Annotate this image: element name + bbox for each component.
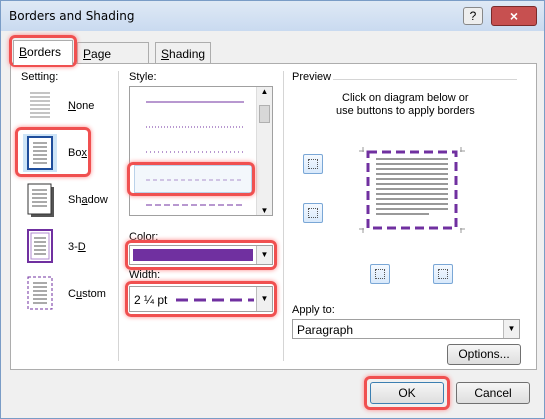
title-bar: Borders and Shading ? × xyxy=(1,1,544,31)
cancel-button[interactable]: Cancel xyxy=(456,382,530,404)
separator-preview xyxy=(283,71,284,361)
top-border-icon xyxy=(308,159,318,169)
tab-borders-rest: orders xyxy=(27,45,62,59)
setting-shadow-rest: dow xyxy=(87,194,108,206)
separator-setting xyxy=(118,71,119,361)
ok-button[interactable]: OK xyxy=(370,382,444,404)
apply-to-label: Apply to: xyxy=(292,304,335,316)
close-button[interactable]: × xyxy=(491,6,537,26)
options-button[interactable]: Options... xyxy=(447,344,521,365)
preview-instructions-1: Click on diagram below or xyxy=(342,92,469,104)
tab-page-border-mnemonic: P xyxy=(83,47,92,61)
preview-instructions-2: use buttons to apply borders xyxy=(336,105,475,117)
setting-custom-label[interactable]: Custom xyxy=(68,288,106,300)
right-border-button[interactable] xyxy=(433,264,453,284)
style-selected-item[interactable] xyxy=(134,165,252,193)
help-button[interactable]: ? xyxy=(463,7,483,25)
setting-3d-before: 3- xyxy=(68,241,78,253)
left-border-button[interactable] xyxy=(370,264,390,284)
style-list[interactable]: ▲ ▼ xyxy=(129,86,273,216)
setting-box-label[interactable]: Box xyxy=(68,147,87,159)
style-scrollbar[interactable]: ▲ ▼ xyxy=(256,87,272,215)
tab-borders-mnemonic: B xyxy=(19,45,28,59)
color-label: Color: xyxy=(129,231,159,243)
color-swatch xyxy=(133,249,253,261)
left-border-icon xyxy=(375,269,385,279)
chevron-down-icon-apply[interactable]: ▼ xyxy=(503,320,519,338)
bottom-border-icon xyxy=(308,208,318,218)
preview-label: Preview xyxy=(292,71,332,83)
setting-custom-rest: stom xyxy=(82,288,106,300)
setting-custom-before: C xyxy=(68,288,76,300)
setting-none-rest: one xyxy=(75,100,95,112)
setting-3d-mnemonic: D xyxy=(77,241,86,253)
preview-diagram[interactable] xyxy=(359,147,465,233)
setting-shadow-label[interactable]: Shadow xyxy=(68,194,108,206)
chevron-down-icon-width[interactable]: ▼ xyxy=(256,287,272,311)
setting-shadow-before: Sh xyxy=(68,194,82,206)
setting-shadow-icon[interactable] xyxy=(23,181,57,219)
chevron-down-icon[interactable]: ▼ xyxy=(256,246,272,264)
style-label: Style: xyxy=(129,71,157,83)
setting-box-mnemonic: x xyxy=(81,147,87,159)
tab-shading-mnemonic: S xyxy=(161,47,170,61)
setting-none-label[interactable]: None xyxy=(68,100,94,112)
borders-and-shading-dialog: Borders and Shading ? × Borders Page Bor… xyxy=(0,0,545,419)
width-label: Width: xyxy=(129,269,161,281)
setting-3d-label[interactable]: 3-D xyxy=(68,241,86,253)
setting-3d-icon[interactable] xyxy=(23,227,57,265)
top-border-button[interactable] xyxy=(303,154,323,174)
window-title: Borders and Shading xyxy=(9,9,135,23)
setting-box-before: Bo xyxy=(68,147,82,159)
color-dropdown[interactable]: ▼ xyxy=(129,245,273,265)
preview-rule xyxy=(333,79,517,80)
tab-shading[interactable]: Shading xyxy=(155,42,211,64)
tab-shading-rest: hading xyxy=(169,47,206,61)
scroll-down-icon[interactable]: ▼ xyxy=(257,206,272,215)
scroll-thumb[interactable] xyxy=(259,105,270,123)
apply-to-value: Paragraph xyxy=(297,323,354,337)
tab-page-border[interactable]: Page Border xyxy=(77,42,149,75)
setting-none-mnemonic: N xyxy=(68,100,76,112)
setting-none-icon[interactable] xyxy=(23,87,57,125)
apply-to-dropdown[interactable]: Paragraph ▼ xyxy=(292,319,520,339)
scroll-up-icon[interactable]: ▲ xyxy=(257,87,272,96)
setting-custom-icon[interactable] xyxy=(23,274,57,312)
style-label-text: Style: xyxy=(129,71,157,83)
width-line-preview xyxy=(176,298,254,302)
bottom-border-button[interactable] xyxy=(303,203,323,223)
setting-box-icon[interactable] xyxy=(23,134,57,172)
width-dropdown[interactable]: 2 ¼ pt ▼ xyxy=(129,286,273,312)
width-value: 2 ¼ pt xyxy=(134,293,168,307)
right-border-icon xyxy=(438,269,448,279)
tab-borders[interactable]: Borders xyxy=(13,40,73,65)
setting-label: Setting: xyxy=(21,71,59,83)
